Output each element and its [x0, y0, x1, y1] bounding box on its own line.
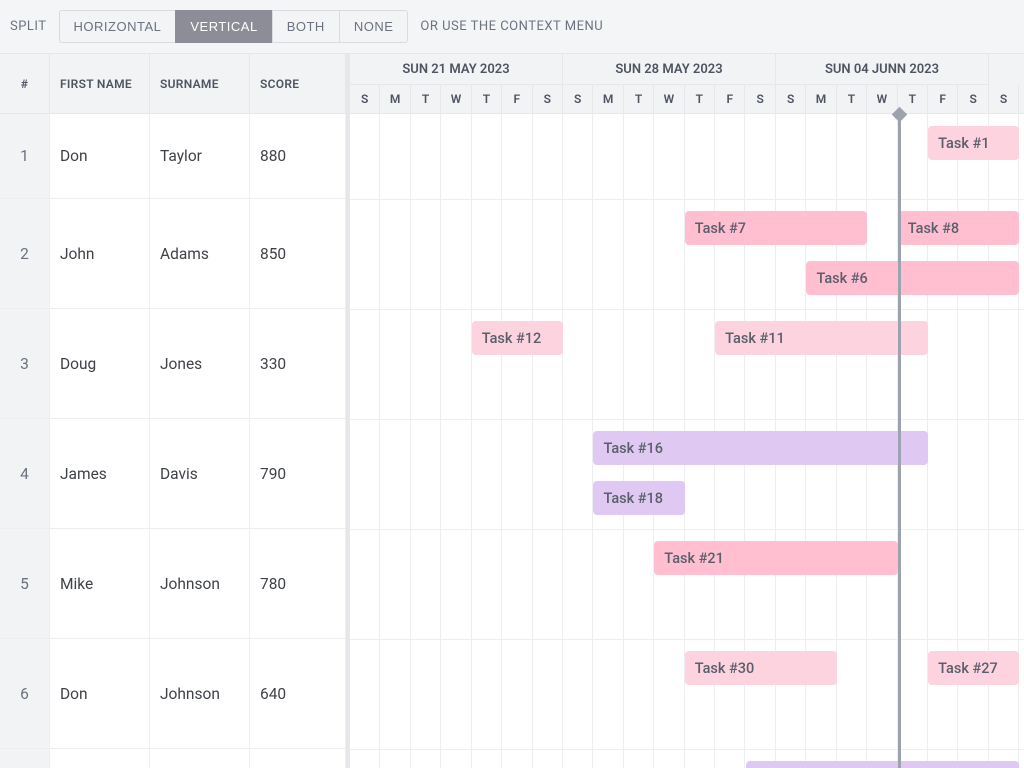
day-header[interactable]: F [928, 85, 958, 113]
cell-last: Johnson [150, 529, 250, 638]
table-row[interactable]: 5MikeJohnson780 [0, 529, 346, 639]
day-header[interactable]: W [867, 85, 897, 113]
task-bar[interactable]: Task #11 [715, 321, 928, 355]
split-mode-horizontal[interactable]: HORIZONTAL [59, 10, 176, 43]
table-row[interactable]: 4JamesDavis790 [0, 419, 346, 529]
cell-last: Johnson [150, 639, 250, 748]
cell-first [50, 749, 150, 768]
day-header[interactable]: T [685, 85, 715, 113]
table-row[interactable]: 2JohnAdams850 [0, 199, 346, 309]
cell-score: 850 [250, 199, 346, 308]
day-header[interactable]: W [654, 85, 684, 113]
toolbar: SPLIT HORIZONTALVERTICALBOTHNONE OR USE … [0, 0, 1024, 54]
cell-score: 640 [250, 639, 346, 748]
cell-first: Don [50, 639, 150, 748]
toolbar-hint: OR USE THE CONTEXT MENU [420, 19, 603, 34]
task-bar[interactable]: Task #12 [472, 321, 563, 355]
task-bar[interactable]: Task #32 [746, 761, 1020, 768]
grid-body: 1DonTaylor8802JohnAdams8503DougJones3304… [0, 114, 346, 768]
cell-last: Adams [150, 199, 250, 308]
toolbar-title: SPLIT [10, 19, 47, 34]
scheduler-body[interactable]: Task #1 Task #7 Task #8 Task #6 Task #12 Task… [350, 114, 1024, 768]
table-row[interactable]: 1DonTaylor880 [0, 114, 346, 199]
table-row[interactable]: 6DonJohnson640 [0, 639, 346, 749]
cell-last: Jones [150, 309, 250, 418]
day-header[interactable]: S [958, 85, 988, 113]
app-root: SPLIT HORIZONTALVERTICALBOTHNONE OR USE … [0, 0, 1024, 768]
cell-idx: 5 [0, 529, 50, 638]
week-header[interactable]: SUN 28 MAY 2023 [563, 54, 776, 85]
cell-last [150, 749, 250, 768]
week-header[interactable]: SUN 04 JUNN 2023 [776, 54, 989, 85]
col-index[interactable]: # [0, 54, 50, 113]
day-header[interactable]: M [380, 85, 410, 113]
split-mode-both[interactable]: BOTH [272, 10, 339, 43]
cell-last: Davis [150, 419, 250, 528]
split-pane: # FIRST NAME SURNAME SCORE 1DonTaylor880… [0, 54, 1024, 768]
day-header[interactable]: T [411, 85, 441, 113]
cell-first: James [50, 419, 150, 528]
cell-score: 330 [250, 309, 346, 418]
col-score[interactable]: SCORE [250, 54, 346, 113]
day-header[interactable]: T [472, 85, 502, 113]
task-bar[interactable]: Task #16 [593, 431, 928, 465]
col-first-name[interactable]: FIRST NAME [50, 54, 150, 113]
cell-idx: 6 [0, 639, 50, 748]
day-row: SMTWTFSSMTWTFSSMTWTFSS [350, 85, 1024, 113]
cell-score: 780 [250, 529, 346, 638]
cell-idx: 4 [0, 419, 50, 528]
cell-first: Mike [50, 529, 150, 638]
day-header[interactable]: M [593, 85, 623, 113]
data-grid: # FIRST NAME SURNAME SCORE 1DonTaylor880… [0, 54, 350, 768]
week-header[interactable]: SUN 21 MAY 2023 [350, 54, 563, 85]
table-row[interactable]: 7 [0, 749, 346, 768]
day-header[interactable]: W [441, 85, 471, 113]
day-header[interactable]: T [624, 85, 654, 113]
task-bar[interactable]: Task #30 [685, 651, 837, 685]
task-bar[interactable]: Task #1 [928, 126, 1019, 160]
cell-idx: 1 [0, 114, 50, 198]
day-header[interactable]: T [837, 85, 867, 113]
task-bar[interactable]: Task #21 [654, 541, 897, 575]
split-mode-group: HORIZONTALVERTICALBOTHNONE [59, 10, 409, 43]
cell-score: 790 [250, 419, 346, 528]
cell-last: Taylor [150, 114, 250, 198]
cell-idx: 2 [0, 199, 50, 308]
split-mode-vertical[interactable]: VERTICAL [175, 10, 271, 43]
col-surname[interactable]: SURNAME [150, 54, 250, 113]
cell-score: 880 [250, 114, 346, 198]
day-header[interactable]: S [989, 85, 1019, 113]
scheduler: SUN 21 MAY 2023SUN 28 MAY 2023SUN 04 JUN… [350, 54, 1024, 768]
grid-header: # FIRST NAME SURNAME SCORE [0, 54, 346, 114]
day-header[interactable]: S [563, 85, 593, 113]
task-bar[interactable]: Task #18 [593, 481, 684, 515]
cell-score [250, 749, 346, 768]
cell-first: Doug [50, 309, 150, 418]
week-row: SUN 21 MAY 2023SUN 28 MAY 2023SUN 04 JUN… [350, 54, 1024, 85]
scheduler-header: SUN 21 MAY 2023SUN 28 MAY 2023SUN 04 JUN… [350, 54, 1024, 114]
split-mode-none[interactable]: NONE [339, 10, 409, 43]
day-header[interactable]: S [533, 85, 563, 113]
task-bar[interactable]: Task #6 [806, 261, 1019, 295]
cell-first: Don [50, 114, 150, 198]
day-header[interactable]: S [776, 85, 806, 113]
table-row[interactable]: 3DougJones330 [0, 309, 346, 419]
task-bar[interactable]: Task #8 [898, 211, 1020, 245]
cell-idx: 3 [0, 309, 50, 418]
day-header[interactable]: S [350, 85, 380, 113]
day-header[interactable]: M [806, 85, 836, 113]
day-header[interactable]: F [715, 85, 745, 113]
cell-idx: 7 [0, 749, 50, 768]
task-bar[interactable]: Task #7 [685, 211, 868, 245]
day-header[interactable]: S [745, 85, 775, 113]
day-header[interactable]: F [502, 85, 532, 113]
cell-first: John [50, 199, 150, 308]
task-bar[interactable]: Task #27 [928, 651, 1019, 685]
